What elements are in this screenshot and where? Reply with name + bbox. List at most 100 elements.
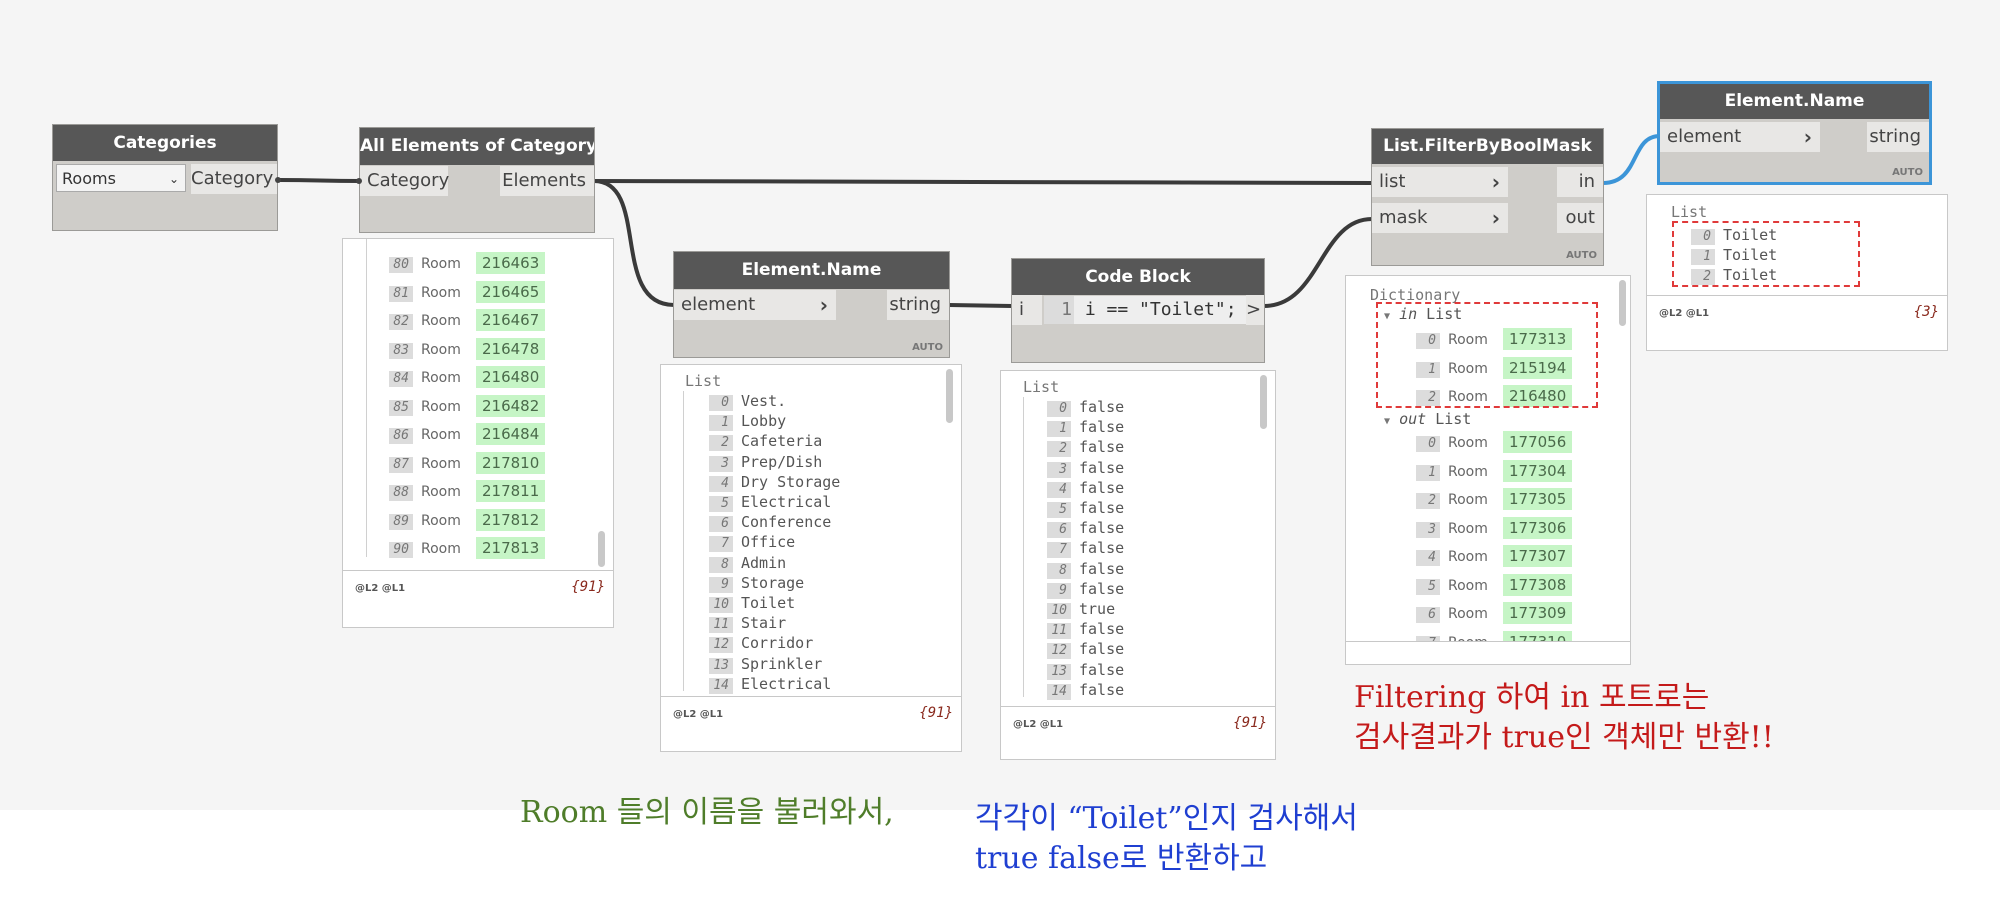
list-item[interactable]: 84 Room 216480 — [389, 366, 546, 388]
list-item[interactable]: 7 Office — [709, 532, 796, 553]
output-port-in[interactable]: in — [1557, 167, 1603, 197]
input-port-category[interactable]: Category — [360, 166, 449, 196]
element-id[interactable]: 177307 — [1503, 545, 1573, 567]
element-id[interactable]: 177308 — [1503, 573, 1573, 596]
item-value: false — [1079, 499, 1125, 517]
element-id[interactable]: 216484 — [476, 423, 546, 445]
all-elements-node[interactable]: All Elements of Category Category Elemen… — [356, 128, 594, 232]
element-id[interactable]: 177056 — [1503, 431, 1573, 453]
list-item[interactable]: 0 Room 177056 — [1416, 431, 1573, 453]
all-elements-preview[interactable]: 80 Room 216463 81 Room 216465 82 Room 216467 83 Ro… — [342, 238, 614, 628]
categories-dropdown[interactable]: Rooms ⌄ — [56, 164, 186, 192]
list-item[interactable]: 2 false — [1047, 437, 1124, 458]
list-item[interactable]: 88 Room 217811 — [389, 480, 546, 502]
element-name-node-selected[interactable]: Element.Name element › string AUTO — [1660, 84, 1929, 182]
element-id[interactable]: 177306 — [1503, 516, 1573, 539]
element-name-preview[interactable]: List 0 Vest. 1 Lobby 2 Cafeteria 3 Prep/Dish 4 Dr… — [660, 364, 962, 752]
list-item[interactable]: 1 false — [1047, 417, 1124, 438]
item-index: 6 — [709, 516, 733, 533]
list-item[interactable]: 13 Sprinkler — [709, 654, 822, 674]
output-port-string[interactable]: string — [1867, 122, 1929, 152]
list-item[interactable]: 14 false — [1047, 680, 1124, 700]
list-item[interactable]: 2 Room 177305 — [1416, 488, 1573, 510]
list-item[interactable]: 11 Stair — [709, 613, 786, 634]
element-id[interactable]: 216482 — [476, 394, 546, 417]
input-port-element[interactable]: element › — [674, 290, 836, 320]
list-item[interactable]: 82 Room 216467 — [389, 309, 546, 331]
scrollbar[interactable] — [1260, 375, 1267, 429]
list-item[interactable]: 10 Toilet — [709, 593, 795, 613]
element-id[interactable]: 177305 — [1503, 488, 1573, 510]
element-id[interactable]: 216463 — [476, 252, 546, 274]
output-port-out[interactable]: out — [1557, 203, 1603, 233]
list-item[interactable]: 6 Conference — [709, 512, 831, 533]
list-item[interactable]: 80 Room 216463 — [389, 252, 546, 274]
element-id[interactable]: 217811 — [476, 480, 546, 502]
list-item[interactable]: 6 Room 177309 — [1416, 602, 1573, 624]
list-item[interactable]: 87 Room 217810 — [389, 451, 546, 474]
item-value: Cafeteria — [741, 432, 823, 451]
categories-node[interactable]: Categories Rooms ⌄ Category — [53, 125, 281, 230]
element-id[interactable]: 216478 — [476, 337, 546, 360]
list-item[interactable]: 6 false — [1047, 518, 1124, 539]
list-item[interactable]: 8 Admin — [709, 553, 786, 573]
input-port-i[interactable]: i — [1012, 295, 1042, 325]
list-item[interactable]: 12 Corridor — [709, 633, 813, 654]
list-item[interactable]: 3 false — [1047, 458, 1124, 478]
list-item[interactable]: 81 Room 216465 — [389, 280, 546, 303]
code-block-preview[interactable]: List 0 false 1 false 2 false 3 false 4 false 5 fals… — [1000, 370, 1276, 760]
code-block-node[interactable]: Code Block i 1 i == "Toilet"; > — [1012, 259, 1264, 362]
output-port-category[interactable]: Category — [191, 164, 277, 194]
list-item[interactable]: 0 false — [1047, 397, 1124, 417]
input-port-list[interactable]: list › — [1372, 167, 1508, 197]
list-item[interactable]: 11 false — [1047, 619, 1124, 640]
list-item[interactable]: 5 Room 177308 — [1416, 573, 1573, 596]
code-editor[interactable]: 1 i == "Toilet"; — [1044, 296, 1246, 324]
element-name-node[interactable]: Element.Name element › string AUTO — [674, 252, 949, 357]
list-item[interactable]: 83 Room 216478 — [389, 337, 546, 360]
list-item[interactable]: 9 Storage — [709, 573, 804, 593]
list-item[interactable]: 0 Vest. — [709, 391, 786, 411]
list-item[interactable]: 14 Electrical — [709, 674, 831, 694]
element-id[interactable]: 177304 — [1503, 459, 1573, 482]
scrollbar[interactable] — [598, 531, 605, 567]
filter-by-bool-mask-node[interactable]: List.FilterByBoolMask list › mask › in o… — [1372, 129, 1603, 265]
list-item[interactable]: 7 false — [1047, 538, 1124, 559]
list-item[interactable]: 2 Cafeteria — [709, 431, 823, 452]
output-port-elements[interactable]: Elements — [500, 166, 594, 196]
element-id[interactable]: 216465 — [476, 280, 546, 303]
output-port-result[interactable]: > — [1246, 295, 1264, 325]
list-item[interactable]: 85 Room 216482 — [389, 394, 546, 417]
list-item[interactable]: 90 Room 217813 — [389, 537, 546, 559]
element-id[interactable]: 217813 — [476, 537, 546, 559]
list-item[interactable]: 3 Room 177306 — [1416, 516, 1573, 539]
element-id[interactable]: 217812 — [476, 508, 546, 531]
list-item[interactable]: 1 Lobby — [709, 411, 786, 432]
list-item[interactable]: 8 false — [1047, 559, 1124, 579]
list-item[interactable]: 5 Electrical — [709, 492, 831, 512]
list-item[interactable]: 12 false — [1047, 639, 1124, 660]
list-item[interactable]: 13 false — [1047, 660, 1124, 680]
input-port-mask[interactable]: mask › — [1372, 203, 1508, 233]
input-port-element[interactable]: element › — [1660, 122, 1820, 152]
out-key-row[interactable]: ▼ out List — [1384, 409, 1471, 429]
list-item[interactable]: 4 false — [1047, 478, 1124, 498]
scrollbar[interactable] — [946, 369, 953, 423]
list-item[interactable]: 86 Room 216484 — [389, 423, 546, 445]
item-value: Office — [741, 533, 796, 552]
list-item[interactable]: 4 Room 177307 — [1416, 545, 1573, 567]
element-id[interactable]: 216467 — [476, 309, 546, 331]
list-item[interactable]: 3 Prep/Dish — [709, 452, 822, 472]
list-item[interactable]: 9 false — [1047, 579, 1124, 599]
list-item[interactable]: 89 Room 217812 — [389, 508, 546, 531]
element-id[interactable]: 217810 — [476, 451, 546, 474]
list-item[interactable]: 1 Room 177304 — [1416, 459, 1573, 482]
element-id[interactable]: 177309 — [1503, 602, 1573, 624]
item-index: 1 — [1047, 421, 1071, 438]
list-item[interactable]: 10 true — [1047, 599, 1115, 619]
output-port-string[interactable]: string — [887, 290, 949, 320]
list-item[interactable]: 5 false — [1047, 498, 1124, 518]
scrollbar[interactable] — [1619, 280, 1626, 326]
list-item[interactable]: 4 Dry Storage — [709, 472, 840, 492]
element-id[interactable]: 216480 — [476, 366, 546, 388]
